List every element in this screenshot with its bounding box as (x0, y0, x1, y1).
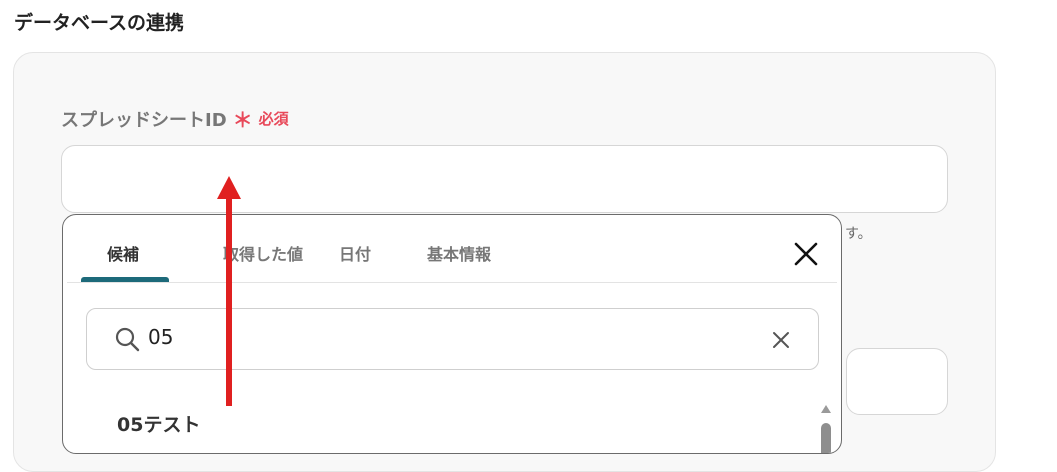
required-badge: 必須 (258, 110, 289, 128)
result-item[interactable]: 05テスト (117, 410, 200, 437)
spreadsheet-id-input[interactable] (61, 145, 948, 213)
tab-candidates[interactable]: 候補 (107, 241, 139, 265)
scroll-up-icon[interactable] (821, 405, 831, 413)
section-title: データベースの連携 (14, 12, 185, 34)
value-picker-popup: 候補 取得した値 日付 基本情報 05 05テスト (62, 214, 842, 454)
tab-date[interactable]: 日付 (339, 241, 371, 265)
clear-icon[interactable] (771, 330, 791, 350)
required-asterisk: ＊ (232, 108, 253, 132)
next-field-input[interactable] (846, 348, 948, 415)
spreadsheet-id-label: スプレッドシートID ＊ 必須 (61, 104, 289, 133)
search-icon (115, 327, 140, 352)
close-icon (794, 242, 818, 266)
close-button[interactable] (791, 239, 821, 269)
tab-divider (67, 282, 837, 283)
scroll-thumb[interactable] (821, 423, 831, 453)
tab-basic-info[interactable]: 基本情報 (427, 241, 491, 265)
scrollbar[interactable] (817, 399, 835, 453)
help-text: す。 (845, 226, 872, 242)
field-label-text: スプレッドシートID (61, 109, 227, 131)
tab-fetched-values[interactable]: 取得した値 (223, 241, 303, 265)
search-field[interactable]: 05 (86, 308, 819, 370)
search-input[interactable]: 05 (148, 325, 173, 349)
